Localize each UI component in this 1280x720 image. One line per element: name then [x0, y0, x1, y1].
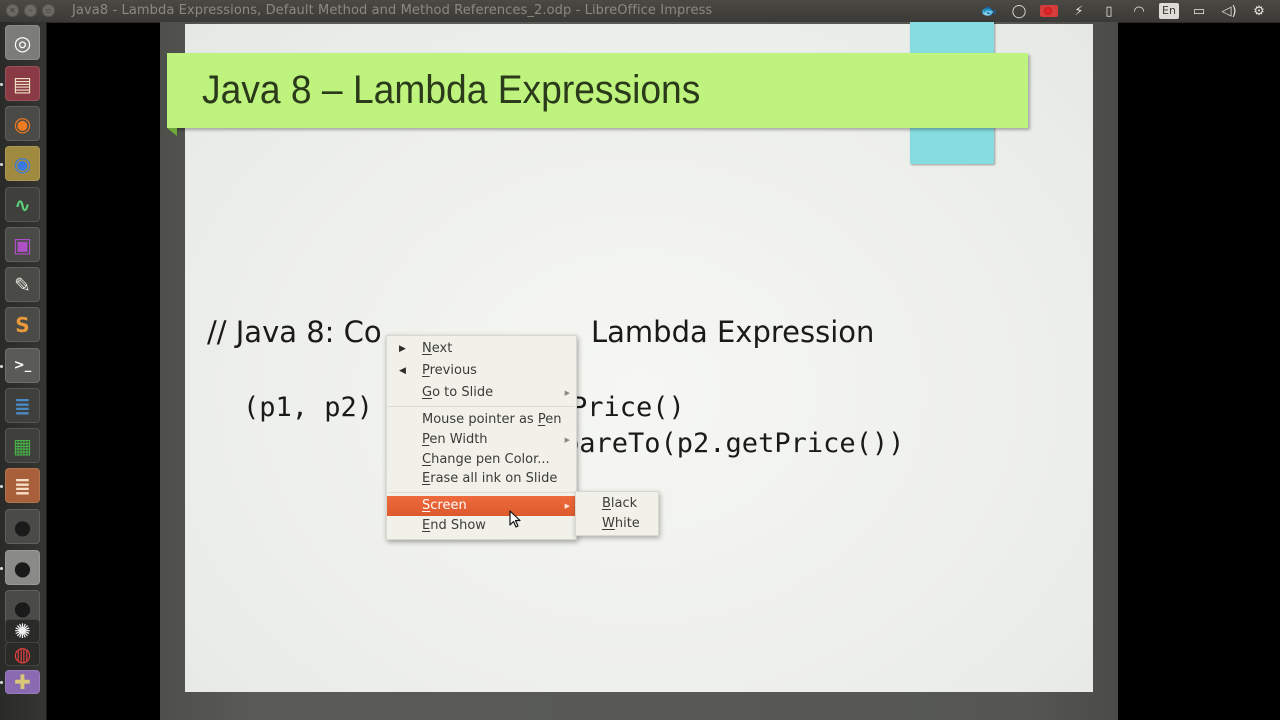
code-line-1-left: (p1, p2)	[243, 392, 374, 423]
record-icon[interactable]	[1034, 2, 1064, 20]
system-monitor-icon: ∿	[14, 192, 31, 217]
running-indicator	[0, 82, 3, 86]
launcher-ubuntu-dash[interactable]: ◎	[5, 25, 40, 60]
launcher-terminal[interactable]: >_	[5, 348, 40, 383]
submenu-arrow-icon: ▶	[564, 436, 570, 444]
libreoffice-impress-icon: ≣	[14, 473, 31, 498]
launcher-media-player[interactable]: ▣	[5, 227, 40, 262]
libreoffice-writer-icon: ≣	[14, 393, 31, 418]
battery-icon[interactable]: ▭	[1184, 2, 1214, 20]
running-indicator	[0, 566, 3, 570]
banner-fold	[167, 128, 177, 136]
launcher-sublime-text[interactable]: S	[5, 307, 40, 342]
running-indicator	[0, 364, 3, 368]
menu-item-screen[interactable]: Screen ▶	[387, 496, 576, 516]
text-editor-icon: ✎	[14, 272, 31, 297]
launcher-chrome[interactable]: ◉	[5, 146, 40, 181]
menu-item-erase-all-ink[interactable]: Erase all ink on Slide	[387, 469, 576, 489]
launcher-archive-manager[interactable]: ✚	[5, 670, 40, 694]
archive-manager-icon: ✚	[14, 670, 31, 694]
system-tray: 🐟 ◯ ⚡ ▯ ◠ En ▭ ◁) ⚙	[974, 2, 1274, 20]
webcam-1-icon: ●	[13, 514, 32, 539]
code-line-2-right: pareTo(p2.getPrice())	[563, 428, 905, 459]
launcher-flower-app[interactable]: ✺	[5, 619, 40, 643]
slide-title: Java 8 – Lambda Expressions	[202, 68, 701, 112]
libreoffice-calc-icon: ▦	[13, 433, 32, 458]
window-controls: ✕ – ▫	[6, 4, 55, 17]
lightning-icon[interactable]: ⚡	[1064, 2, 1094, 20]
top-panel: ✕ – ▫ Java8 - Lambda Expressions, Defaul…	[0, 0, 1280, 23]
mouse-cursor-icon	[509, 510, 521, 528]
submenu-item-white[interactable]: White	[576, 514, 658, 534]
submenu-arrow-icon: ▶	[564, 502, 570, 510]
webcam-3-icon: ●	[13, 595, 32, 620]
sublime-text-icon: S	[15, 312, 30, 337]
running-indicator	[0, 681, 3, 684]
menu-item-change-pen-color[interactable]: Change pen Color...	[387, 450, 576, 470]
next-arrow-icon: ▶	[399, 344, 406, 354]
keyboard-layout-icon[interactable]: En	[1154, 2, 1184, 20]
launcher-libreoffice-impress[interactable]: ≣	[5, 468, 40, 503]
running-indicator	[0, 484, 3, 488]
launcher: ◎ ▤ ◉ ◉ ∿ ▣ ✎ S >_ ≣ ▦ ≣ ● ● ● ✺ ◍ ✚	[0, 22, 47, 720]
menu-separator	[388, 492, 575, 493]
code-line-1-right: Price()	[571, 392, 685, 423]
webcam-2-icon: ●	[13, 555, 32, 580]
app-indicator-icon[interactable]: ▯	[1094, 2, 1124, 20]
previous-arrow-icon: ◀	[399, 366, 406, 376]
firefox-icon: ◉	[13, 111, 32, 136]
fish-icon[interactable]: 🐟	[974, 2, 1004, 20]
menu-item-go-to-slide[interactable]: Go to Slide ▶	[387, 383, 576, 403]
chrome-icon: ◉	[13, 151, 32, 176]
media-player-icon: ▣	[13, 232, 32, 257]
launcher-firefox[interactable]: ◉	[5, 106, 40, 141]
menu-item-pen-width[interactable]: Pen Width ▶	[387, 430, 576, 450]
minimize-button[interactable]: –	[24, 4, 37, 17]
flower-app-icon: ✺	[14, 619, 31, 643]
menu-item-next[interactable]: ▶ Next	[387, 339, 576, 359]
terminal-icon: >_	[13, 358, 32, 373]
launcher-files[interactable]: ▤	[5, 66, 40, 101]
running-indicator	[0, 162, 3, 166]
launcher-libreoffice-calc[interactable]: ▦	[5, 428, 40, 463]
files-icon: ▤	[13, 71, 32, 96]
ubuntu-dash-icon: ◎	[13, 30, 32, 55]
screen-submenu: Black White	[575, 491, 659, 536]
slideshow-context-menu: ▶ Next ◀ Previous Go to Slide ▶ Mouse po…	[386, 335, 577, 540]
menu-separator	[388, 406, 575, 407]
colorful-app-icon: ◍	[13, 642, 32, 666]
launcher-libreoffice-writer[interactable]: ≣	[5, 388, 40, 423]
menu-item-end-show[interactable]: End Show	[387, 516, 576, 536]
launcher-system-monitor[interactable]: ∿	[5, 187, 40, 222]
launcher-webcam-1[interactable]: ●	[5, 509, 40, 544]
comment-line-right: Lambda Expression	[591, 315, 875, 349]
volume-icon[interactable]: ◁)	[1214, 2, 1244, 20]
wifi-icon[interactable]: ◠	[1124, 2, 1154, 20]
menu-item-previous[interactable]: ◀ Previous	[387, 361, 576, 381]
launcher-webcam-2[interactable]: ●	[5, 550, 40, 585]
maximize-button[interactable]: ▫	[42, 4, 55, 17]
power-gear-icon[interactable]: ⚙	[1244, 2, 1274, 20]
menu-item-mouse-pointer-as-pen[interactable]: Mouse pointer as Pen	[387, 410, 576, 430]
close-button[interactable]: ✕	[6, 4, 19, 17]
window-title: Java8 - Lambda Expressions, Default Meth…	[72, 3, 713, 18]
launcher-colorful-app[interactable]: ◍	[5, 642, 40, 666]
submenu-arrow-icon: ▶	[564, 389, 570, 397]
lightbulb-icon[interactable]: ◯	[1004, 2, 1034, 20]
submenu-item-black[interactable]: Black	[576, 494, 658, 514]
comment-line-left: // Java 8: Co	[207, 315, 382, 349]
launcher-text-editor[interactable]: ✎	[5, 267, 40, 302]
